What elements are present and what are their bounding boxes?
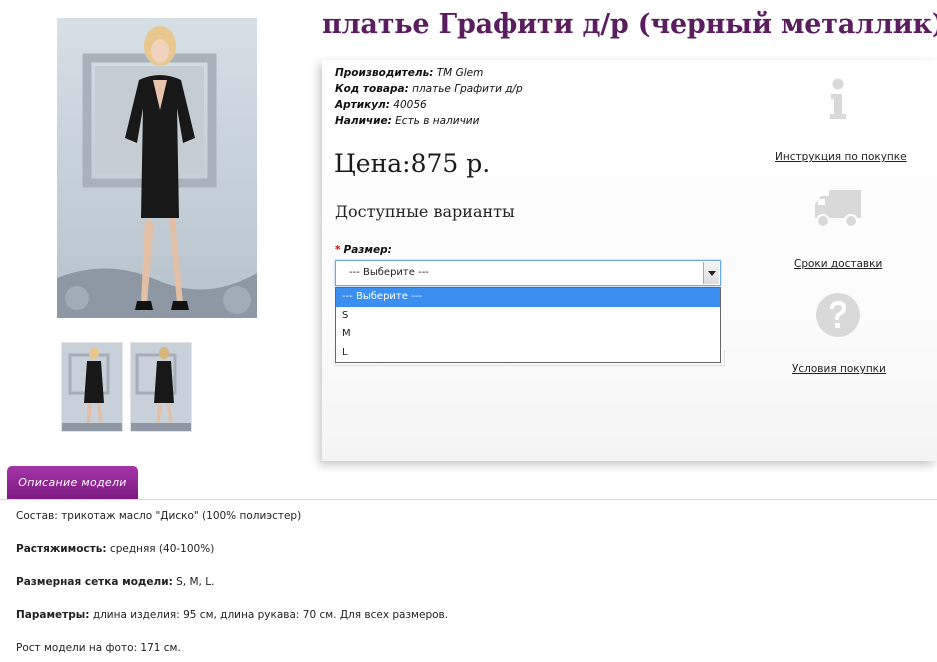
model-height-line: Рост модели на фото: 171 см. bbox=[16, 642, 448, 662]
availability-row: Наличие: Есть в наличии bbox=[335, 113, 523, 129]
instruction-link[interactable]: Инструкция по покупке bbox=[775, 151, 907, 163]
composition-label: Состав: bbox=[16, 510, 58, 522]
size-option-placeholder[interactable]: --- Выберите --- bbox=[336, 288, 720, 307]
tab-description[interactable]: Описание модели bbox=[7, 466, 138, 500]
size-select[interactable]: --- Выберите --- bbox=[335, 260, 721, 286]
size-select-value: --- Выберите --- bbox=[349, 267, 429, 278]
product-info-panel: Производитель: TM Glem Код товара: плать… bbox=[322, 60, 937, 461]
product-thumbnail-back[interactable] bbox=[130, 342, 192, 432]
conditions-link[interactable]: Условия покупки bbox=[792, 363, 886, 375]
size-option-m[interactable]: M bbox=[336, 325, 720, 344]
manufacturer-row: Производитель: TM Glem bbox=[335, 65, 523, 81]
availability-value: Есть в наличии bbox=[395, 115, 480, 127]
sizes-line: Размерная сетка модели: S, M, L. bbox=[16, 576, 448, 609]
product-thumbnail-front[interactable] bbox=[61, 342, 123, 432]
size-label-text: Размер: bbox=[343, 244, 392, 256]
sizes-value: S, M, L. bbox=[176, 576, 215, 588]
product-meta: Производитель: TM Glem Код товара: плать… bbox=[335, 65, 523, 129]
size-label: * Размер: bbox=[335, 244, 392, 256]
params-value: длина изделия: 95 см, длина рукава: 70 с… bbox=[92, 609, 449, 621]
info-icon[interactable] bbox=[825, 78, 851, 120]
product-code-value: платье Графити д/р bbox=[412, 83, 523, 95]
product-code-row: Код товара: платье Графити д/р bbox=[335, 81, 523, 97]
sizes-label: Размерная сетка модели: bbox=[16, 576, 173, 588]
product-main-photo[interactable] bbox=[57, 18, 257, 318]
size-option-l[interactable]: L bbox=[336, 344, 720, 363]
truck-icon[interactable] bbox=[813, 188, 863, 230]
delivery-link[interactable]: Сроки доставки bbox=[794, 258, 882, 270]
size-dropdown-list[interactable]: --- Выберите --- S M L bbox=[335, 287, 721, 363]
product-code-label: Код товара: bbox=[335, 83, 409, 95]
model-description: Состав: трикотаж масло "Диско" (100% пол… bbox=[16, 510, 448, 662]
availability-label: Наличие: bbox=[335, 115, 392, 127]
article-value: 40056 bbox=[393, 99, 427, 111]
params-label: Параметры: bbox=[16, 609, 90, 621]
product-title: платье Графити д/р (черный металлик) bbox=[322, 9, 937, 40]
tab-divider bbox=[0, 499, 937, 500]
model-height-label: Рост модели на фото: bbox=[16, 642, 138, 654]
product-price: Цена:875 р. bbox=[334, 149, 491, 178]
composition-value: трикотаж масло "Диско" (100% полиэстер) bbox=[61, 510, 302, 522]
stretch-line: Растяжимость: средняя (40-100%) bbox=[16, 543, 448, 576]
composition-line: Состав: трикотаж масло "Диско" (100% пол… bbox=[16, 510, 448, 543]
model-height-value: 171 см. bbox=[140, 642, 181, 654]
question-icon[interactable] bbox=[815, 292, 861, 338]
required-mark: * bbox=[335, 244, 341, 256]
chevron-down-icon[interactable] bbox=[703, 262, 719, 284]
manufacturer-value[interactable]: TM Glem bbox=[437, 67, 484, 79]
article-row: Артикул: 40056 bbox=[335, 97, 523, 113]
manufacturer-label: Производитель: bbox=[335, 67, 434, 79]
variants-heading: Доступные варианты bbox=[335, 202, 515, 221]
article-label: Артикул: bbox=[335, 99, 390, 111]
size-option-s[interactable]: S bbox=[336, 307, 720, 326]
stretch-label: Растяжимость: bbox=[16, 543, 107, 555]
params-line: Параметры: длина изделия: 95 см, длина р… bbox=[16, 609, 448, 642]
stretch-value: средняя (40-100%) bbox=[109, 543, 215, 555]
